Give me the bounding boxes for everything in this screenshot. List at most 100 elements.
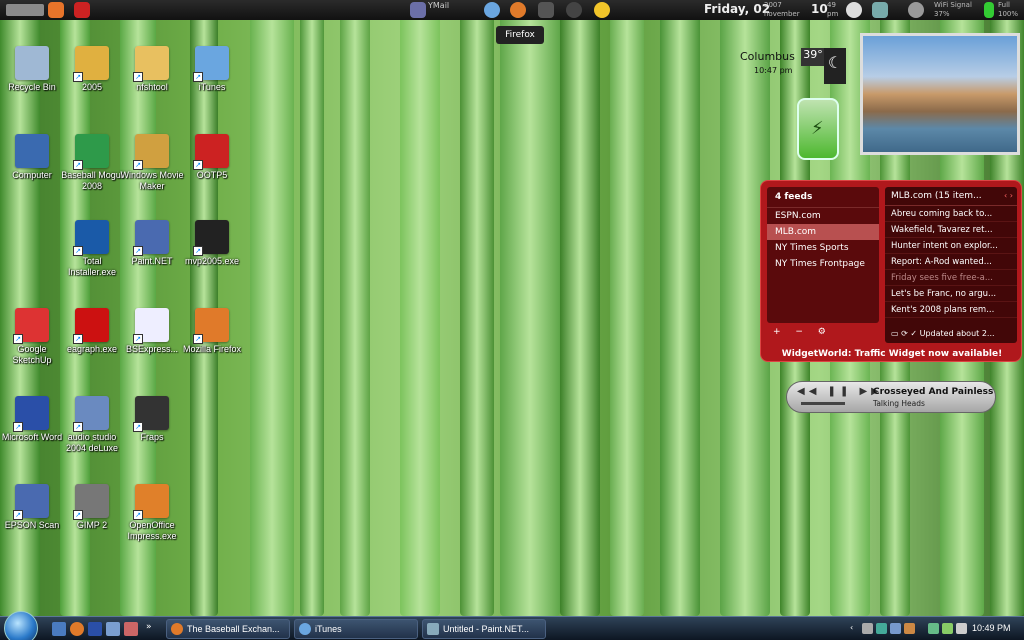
desktop-icon-label: eagraph.exe (66, 344, 118, 354)
news-item[interactable]: Let's be Franc, no argu... (885, 286, 1017, 302)
desktop-icon-fraps[interactable]: ↗ Fraps (120, 396, 184, 443)
widget-promo[interactable]: WidgetWorld: Traffic Widget now availabl… (761, 349, 1023, 359)
tray-battery-icon[interactable] (942, 623, 953, 634)
desktop-icon-paint-net[interactable]: ↗ Paint.NET (120, 220, 184, 267)
weather-time: 10:47 pm (754, 66, 793, 75)
battery-icon (984, 2, 994, 18)
desktop-icon-openoffice-impress-exe[interactable]: ↗ OpenOffice Impress.exe (120, 484, 184, 542)
feed-item-mlb[interactable]: MLB.com (767, 224, 879, 240)
tray-expand-icon[interactable]: ‹ (850, 623, 861, 634)
power-icon[interactable] (74, 2, 90, 18)
task-baseball-exchange[interactable]: The Baseball Exchan... (166, 619, 290, 639)
news-item[interactable]: Report: A-Rod wanted... (885, 254, 1017, 270)
desktop-icon-baseball-mogul-2008[interactable]: ↗ Baseball Mogul 2008 (60, 134, 124, 192)
updated-status: Updated about 2... (919, 329, 995, 338)
song-title: Crosseyed And Painless (873, 387, 994, 397)
paint-task-icon (427, 623, 439, 635)
weather-widget[interactable]: Columbus 39° 10:47 pm ☾ (738, 46, 846, 86)
show-desktop-icon[interactable] (52, 622, 66, 636)
desktop-icon-label: EPSON Scan (4, 520, 60, 530)
desktop-icon-google-sketchup[interactable]: ↗ Google SketchUp (0, 308, 64, 366)
firefox-dock-icon[interactable] (510, 2, 526, 18)
firefox-icon[interactable] (48, 2, 64, 18)
desktop-icon-epson-scan[interactable]: ↗ EPSON Scan (0, 484, 64, 531)
itunes-icon[interactable] (484, 2, 500, 18)
desktop-icon-total-installer-exe[interactable]: ↗ Total Installer.exe (60, 220, 124, 278)
clock-icon[interactable] (846, 2, 862, 18)
itunes-task-icon (299, 623, 311, 635)
desktop-icon-eagraph-exe[interactable]: ↗ eagraph.exe (60, 308, 124, 355)
desktop-icon-label: BSExpress... (125, 344, 179, 354)
tray-volume-icon[interactable] (956, 623, 967, 634)
desktop-icon-gimp-2[interactable]: ↗ GIMP 2 (60, 484, 124, 531)
news-item[interactable]: Kent's 2008 plans rem... (885, 302, 1017, 318)
desktop-icon-mozilla-firefox[interactable]: ↗ Mozilla Firefox (180, 308, 244, 355)
bamboo-stalk (400, 0, 440, 616)
desktop-icon-audio-studio-2004-deluxe[interactable]: ↗ audio studio 2004 deLuxe (60, 396, 124, 454)
taskbar-clock[interactable]: 10:49 PM (972, 623, 1011, 633)
feed-item-nytimes-sports[interactable]: NY Times Sports (767, 240, 879, 256)
desktop-icon-label: Windows Movie Maker (120, 170, 184, 191)
game-icon[interactable] (538, 2, 554, 18)
volume-slider[interactable] (801, 402, 845, 405)
desktop-icon-nfshtool[interactable]: ↗ nfshtool (120, 46, 184, 93)
task-itunes[interactable]: iTunes (294, 619, 418, 639)
news-header: MLB.com (15 item... (885, 187, 1017, 206)
desktop-icon-windows-movie-maker[interactable]: ↗ Windows Movie Maker (120, 134, 184, 192)
desktop-icon-computer[interactable]: Computer (0, 134, 64, 181)
bamboo-stalk (250, 0, 294, 616)
shortcut-arrow-icon: ↗ (193, 246, 203, 256)
mail-icon[interactable] (410, 2, 426, 18)
month-display: november (764, 10, 800, 18)
network-icon[interactable] (872, 2, 888, 18)
home-icon[interactable] (6, 4, 44, 16)
desktop-icon-2005[interactable]: ↗ 2005 (60, 46, 124, 93)
desktop-icon-bsexpress[interactable]: ↗ BSExpress... (120, 308, 184, 355)
desktop-icon-itunes[interactable]: ↗ iTunes (180, 46, 244, 93)
news-controls-icon[interactable]: ▭ ⟳ ✓ (891, 329, 920, 338)
expand-quicklaunch-icon[interactable]: » (146, 622, 160, 636)
news-item[interactable]: Wakefield, Tavarez ret... (885, 222, 1017, 238)
itunes-player-widget: ◀◀ ❚❚ ▶▶ Crosseyed And Painless Talking … (786, 381, 996, 413)
dashboard-icon[interactable] (566, 2, 582, 18)
desktop-icon-label: Microsoft Word (1, 432, 63, 442)
feed-controls[interactable]: + − ⚙ (773, 327, 832, 337)
tray-network-icon[interactable] (928, 623, 939, 634)
shortcut-arrow-icon: ↗ (13, 422, 23, 432)
app-icon: ↗ (133, 396, 169, 432)
minutes-display: 49 (827, 1, 836, 9)
shortcut-arrow-icon: ↗ (133, 334, 143, 344)
task-paint-net[interactable]: Untitled - Paint.NET... (422, 619, 546, 639)
firefox-tooltip: Firefox (496, 26, 544, 44)
desktop-icon-microsoft-word[interactable]: ↗ Microsoft Word (0, 396, 64, 443)
news-panel: MLB.com (15 item... ‹ › Abreu coming bac… (885, 187, 1017, 343)
news-item[interactable]: Abreu coming back to... (885, 206, 1017, 222)
firefox-task-icon (171, 623, 183, 635)
news-nav-arrows-icon[interactable]: ‹ › (1004, 191, 1013, 200)
word-quicklaunch-icon[interactable] (88, 622, 102, 636)
tray-icon-1[interactable] (862, 623, 873, 634)
desktop-icon-mvp2005-exe[interactable]: ↗ mvp2005.exe (180, 220, 244, 267)
feed-item-espn[interactable]: ESPN.com (767, 208, 879, 224)
desktop-icon-label: Mozilla Firefox (182, 344, 241, 354)
slideshow-photo[interactable] (860, 33, 1020, 155)
task-label: The Baseball Exchan... (187, 624, 280, 634)
paint-quicklaunch-icon[interactable] (124, 622, 138, 636)
desktop-icon-ootp5[interactable]: ↗ OOTP5 (180, 134, 244, 181)
app-quicklaunch-icon[interactable] (106, 622, 120, 636)
desktop-icon-label: mvp2005.exe (184, 256, 240, 266)
tray-icon-4[interactable] (904, 623, 915, 634)
desktop-icon-recycle-bin[interactable]: Recycle Bin (0, 46, 64, 93)
shortcut-arrow-icon: ↗ (73, 72, 83, 82)
weather-app-icon[interactable] (594, 2, 610, 18)
battery-gadget[interactable]: ⚡ (797, 98, 839, 160)
feed-item-nytimes-frontpage[interactable]: NY Times Frontpage (767, 256, 879, 272)
player-controls-icon[interactable]: ◀◀ ❚❚ ▶▶ (797, 386, 883, 397)
desktop-icon-label: Computer (12, 170, 52, 180)
start-button[interactable] (4, 611, 38, 640)
news-item[interactable]: Hunter intent on explor... (885, 238, 1017, 254)
tray-icon-3[interactable] (890, 623, 901, 634)
news-item[interactable]: Friday sees five free-a... (885, 270, 1017, 286)
firefox-quicklaunch-icon[interactable] (70, 622, 84, 636)
tray-icon-2[interactable] (876, 623, 887, 634)
